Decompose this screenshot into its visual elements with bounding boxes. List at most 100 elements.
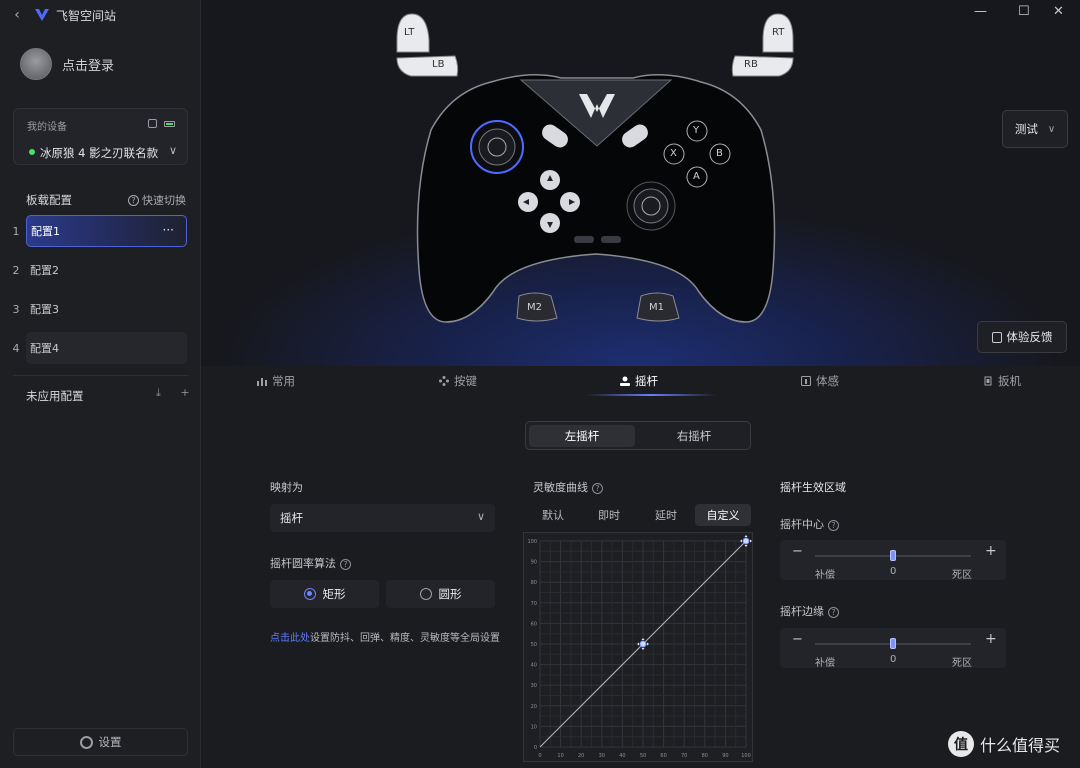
edge-label-text: 摇杆边缘 xyxy=(780,605,824,618)
tab-motion[interactable]: 体感 xyxy=(801,366,839,396)
curve-preset-custom[interactable]: 自定义 xyxy=(695,504,751,526)
y-tick-label: 30 xyxy=(531,683,537,689)
settings-button[interactable]: 设置 xyxy=(13,728,188,756)
left-stick-tab[interactable]: 左摇杆 xyxy=(529,425,635,447)
x-tick-label: 60 xyxy=(660,753,666,759)
mapping-label-text: 映射为 xyxy=(270,481,303,494)
help-icon[interactable]: ? xyxy=(592,482,603,494)
y-tick-label: 70 xyxy=(531,601,537,607)
tab-label: 常用 xyxy=(272,374,295,388)
bar-chart-icon xyxy=(257,378,267,386)
global-settings-hint: 点击此处设置防抖、回弹、精度、灵敏度等全局设置 xyxy=(270,629,500,644)
onboard-config-title: 板载配置 xyxy=(26,193,72,207)
radio-unselected-icon xyxy=(419,588,432,600)
increase-button[interactable]: + xyxy=(985,631,997,647)
login-link[interactable]: 点击登录 xyxy=(62,55,114,74)
user-login[interactable]: 点击登录 xyxy=(20,48,114,80)
x-tick-label: 10 xyxy=(557,753,563,759)
edge-label: 摇杆边缘? xyxy=(780,603,839,619)
config-box[interactable]: 配置1 ··· xyxy=(26,215,187,247)
curve-preset-delay[interactable]: 延时 xyxy=(638,504,694,526)
lb-bumper[interactable] xyxy=(396,55,459,77)
rb-bumper[interactable] xyxy=(731,55,794,77)
mapping-select[interactable]: 摇杆 ∨ xyxy=(270,504,495,532)
device-label: 我的设备 xyxy=(27,122,67,133)
config-item-4[interactable]: 4 配置4 xyxy=(0,332,201,364)
more-icon[interactable]: ··· xyxy=(163,223,174,237)
m2-label: M2 xyxy=(527,302,542,313)
curve-canvas[interactable]: 0 10 20 30 40 50 60 70 80 90 100100908070605040302… xyxy=(524,533,752,761)
help-icon[interactable]: ? xyxy=(828,606,839,618)
config-box[interactable]: 配置4 xyxy=(26,332,187,364)
tab-trigger[interactable]: 扳机 xyxy=(983,366,1021,396)
device-card[interactable]: 我的设备 冰原狼 4 影之刃联名款 ∨ xyxy=(13,108,188,165)
avatar[interactable] xyxy=(20,48,52,80)
algo-label-text: 摇杆圆率算法 xyxy=(270,557,336,570)
help-icon[interactable]: ? xyxy=(828,519,839,531)
watermark-text: 什么值得买 xyxy=(980,736,1061,755)
connection-status-dot xyxy=(29,149,35,155)
curve-preset-default[interactable]: 默认 xyxy=(525,504,581,526)
back-button[interactable]: ‹ xyxy=(0,7,34,23)
chevron-down-icon[interactable]: ∨ xyxy=(169,144,177,157)
trigger-icon xyxy=(984,376,992,386)
help-icon[interactable]: ? xyxy=(340,558,351,570)
curve-preset-instant[interactable]: 即时 xyxy=(581,504,637,526)
mapping-label: 映射为 xyxy=(270,479,303,495)
quick-switch[interactable]: ? 快速切换 xyxy=(128,192,186,208)
motion-icon xyxy=(801,376,811,386)
indicator-light xyxy=(574,236,594,243)
deadzone-label: 死区 xyxy=(952,570,972,581)
radio-rect[interactable]: 矩形 xyxy=(270,580,379,608)
x-tick-label: 70 xyxy=(681,753,687,759)
watermark-logo: 值 xyxy=(948,731,974,757)
config-item-3[interactable]: 3 配置3 xyxy=(0,293,201,325)
sensitivity-curve-plot[interactable]: 0 10 20 30 40 50 60 70 80 90 100 100 90 80 70 60 50 40 30 2… xyxy=(523,532,753,762)
config-item-2[interactable]: 2 配置2 xyxy=(0,254,201,286)
help-icon: ? xyxy=(128,194,139,206)
global-settings-link[interactable]: 点击此处 xyxy=(270,633,310,644)
y-tick-label: 90 xyxy=(531,560,537,566)
decrease-button[interactable]: − xyxy=(792,632,803,647)
feedback-button[interactable]: 体验反馈 xyxy=(977,321,1067,353)
lock-icon[interactable] xyxy=(148,119,157,128)
app-titlebar: ‹ 飞智空间站 xyxy=(0,0,201,30)
import-add-icons[interactable]: ⤓ + xyxy=(156,386,198,400)
config-item-1[interactable]: 1 配置1 ··· xyxy=(0,215,201,247)
curve-title-text: 灵敏度曲线 xyxy=(533,481,588,494)
tab-buttons[interactable]: 按键 xyxy=(439,366,477,396)
active-tab-indicator xyxy=(586,394,716,396)
decrease-button[interactable]: − xyxy=(792,544,803,559)
center-slider-card: − + 补偿 0 死区 xyxy=(780,540,1006,581)
x-tick-label: 100 xyxy=(741,753,751,759)
rb-label: RB xyxy=(744,59,758,70)
a-label: A xyxy=(693,171,700,182)
config-box[interactable]: 配置2 xyxy=(26,254,187,286)
radio-round[interactable]: 圆形 xyxy=(386,580,495,608)
config-box[interactable]: 配置3 xyxy=(26,293,187,325)
config-index: 3 xyxy=(12,302,20,316)
stick-selector: 左摇杆 右摇杆 xyxy=(525,421,751,450)
lt-label: LT xyxy=(404,27,415,38)
tab-label: 摇杆 xyxy=(635,374,658,388)
tab-joystick[interactable]: 摇杆 xyxy=(620,366,658,396)
radio-round-label: 圆形 xyxy=(438,587,462,601)
x-tick-label: 0 xyxy=(538,753,541,759)
indicator-light xyxy=(601,236,621,243)
right-stick-cap xyxy=(633,188,669,224)
config-label: 配置2 xyxy=(30,264,59,277)
hint-text: 设置防抖、回弹、精度、灵敏度等全局设置 xyxy=(310,633,500,644)
center-slider-handle[interactable] xyxy=(890,550,896,561)
center-value: 0 xyxy=(890,566,897,577)
device-name[interactable]: 冰原狼 4 影之刃联名款 xyxy=(40,145,158,161)
test-dropdown[interactable]: 测试 ∨ xyxy=(1002,110,1068,148)
watermark: 值 什么值得买 xyxy=(948,731,1060,757)
tab-common[interactable]: 常用 xyxy=(257,366,295,396)
config-index: 4 xyxy=(12,341,20,355)
deadzone-label: 死区 xyxy=(952,658,972,669)
edge-slider-handle[interactable] xyxy=(890,638,896,649)
chevron-down-icon: ∨ xyxy=(476,510,485,523)
edge-value: 0 xyxy=(890,654,897,665)
right-stick-tab[interactable]: 右摇杆 xyxy=(641,425,747,447)
increase-button[interactable]: + xyxy=(985,543,997,559)
